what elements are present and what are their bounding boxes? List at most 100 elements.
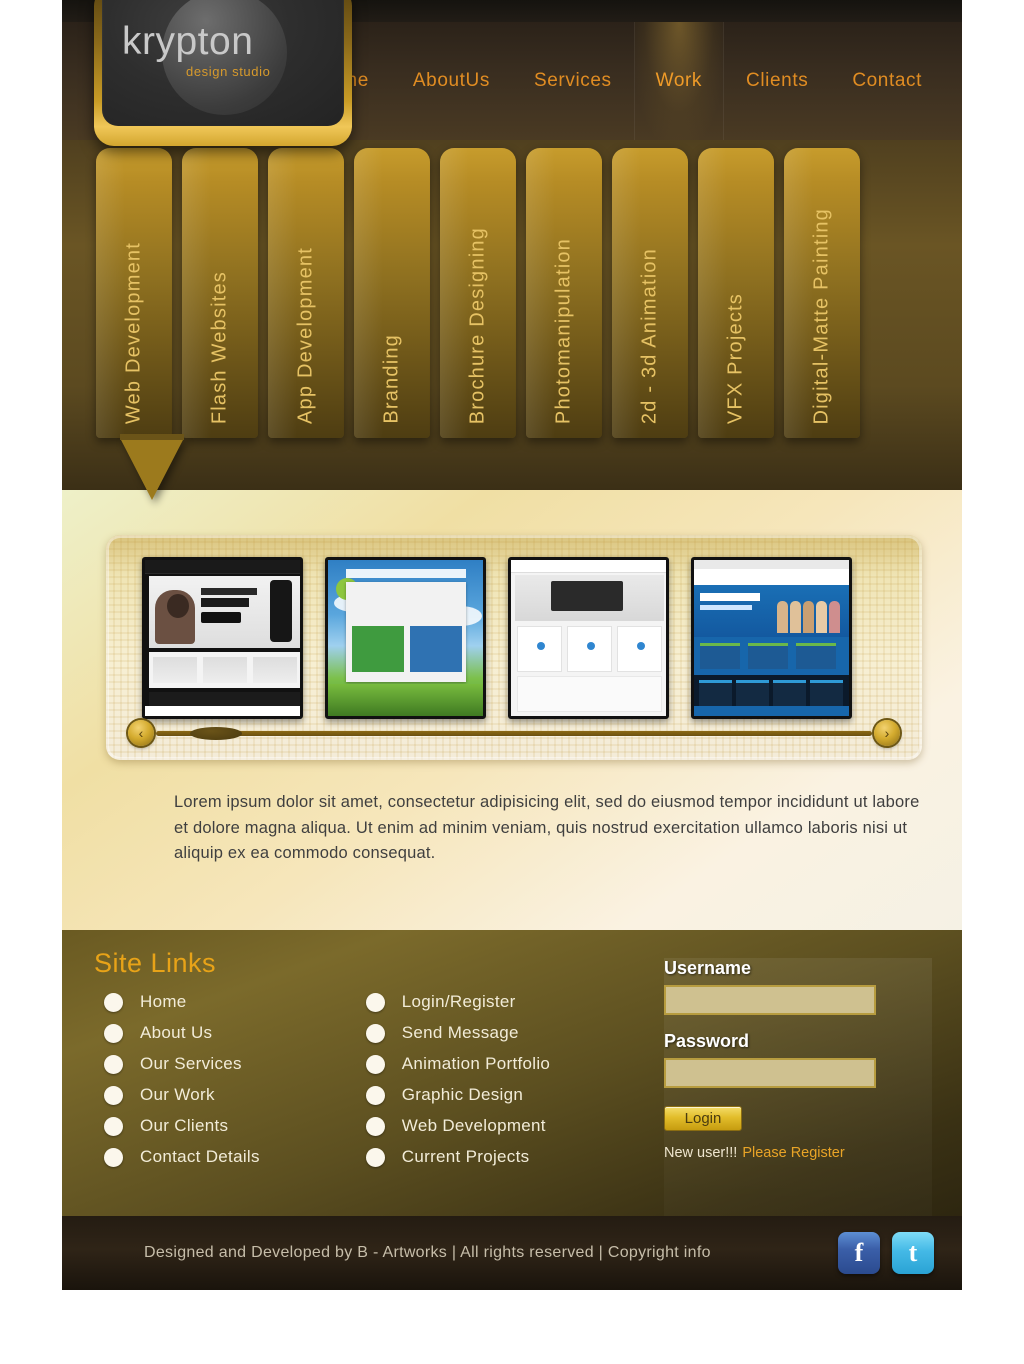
nav-item-label: Services <box>533 70 612 91</box>
logo-tagline: design studio <box>186 64 271 79</box>
site-link-send-message[interactable]: Send Message <box>365 1023 550 1043</box>
nav-item-label: Clients <box>746 70 809 91</box>
logo[interactable]: krypton design studio <box>94 0 352 161</box>
site-link-label: Our Work <box>140 1085 215 1104</box>
service-tab-web-development[interactable]: Web Development <box>96 148 172 438</box>
site-link-our-services[interactable]: Our Services <box>104 1054 260 1074</box>
site-link-label: Web Development <box>401 1116 546 1135</box>
username-input[interactable] <box>664 985 876 1015</box>
site-link-our-work[interactable]: Our Work <box>104 1085 260 1105</box>
site-link-our-clients[interactable]: Our Clients <box>104 1116 260 1136</box>
bullet-icon <box>104 1085 123 1105</box>
content-description: Lorem ipsum dolor sit amet, consectetur … <box>174 793 920 863</box>
username-label: Username <box>664 958 752 978</box>
carousel-slider-handle[interactable] <box>190 727 242 740</box>
site-link-home[interactable]: Home <box>104 992 260 1012</box>
facebook-icon[interactable]: f <box>838 1232 880 1274</box>
new-user-label: New user!!! <box>664 1145 738 1161</box>
new-user-text: New user!!! Please Register <box>664 1145 932 1161</box>
carousel-slider-track[interactable] <box>156 731 872 736</box>
service-tab-label: Branding <box>380 334 403 424</box>
bullet-icon <box>365 1054 385 1074</box>
service-tab-photomanipulation[interactable]: Photomanipulation <box>526 148 602 438</box>
carousel-slider: ‹ › <box>128 720 900 746</box>
service-tab-brochure-designing[interactable]: Brochure Designing <box>440 148 516 438</box>
site-link-contact-details[interactable]: Contact Details <box>104 1147 260 1167</box>
site-link-label: Our Services <box>140 1054 242 1073</box>
site-link-graphic-design[interactable]: Graphic Design <box>365 1085 550 1105</box>
site-link-about-us[interactable]: About Us <box>104 1023 260 1043</box>
bullet-icon <box>104 1116 123 1136</box>
portfolio-thumbnail-iphone-app[interactable] <box>142 557 303 719</box>
bullet-icon <box>365 1023 385 1043</box>
site-link-label: Send Message <box>401 1023 519 1042</box>
site-link-label: Current Projects <box>401 1147 530 1166</box>
copyright-text: Designed and Developed by B - Artworks |… <box>144 1244 711 1261</box>
active-tab-pointer-cap <box>120 434 184 440</box>
password-input[interactable] <box>664 1058 876 1088</box>
bullet-icon <box>104 1054 123 1074</box>
site-link-animation-portfolio[interactable]: Animation Portfolio <box>365 1054 550 1074</box>
service-tabs-band: Web Development Flash Websites App Develop… <box>62 140 962 500</box>
carousel-next-button[interactable]: › <box>874 720 900 746</box>
portfolio-thumbnail-brightlife[interactable] <box>508 557 669 719</box>
site-link-label: Login/Register <box>401 992 516 1011</box>
bullet-icon <box>104 1023 123 1043</box>
logo-plate: krypton design studio <box>102 0 344 126</box>
portfolio-thumbnail-university[interactable] <box>691 557 852 719</box>
bullet-icon <box>104 1147 123 1167</box>
site-links-heading: Site Links <box>94 948 217 978</box>
site-link-label: Graphic Design <box>401 1085 524 1104</box>
site-link-current-projects[interactable]: Current Projects <box>365 1147 550 1167</box>
carousel-prev-button[interactable]: ‹ <box>128 720 154 746</box>
site-link-label: Home <box>140 992 187 1011</box>
service-tab-label: Digital-Matte Painting <box>810 207 833 425</box>
bullet-icon <box>365 992 385 1012</box>
service-tab-2d-3d-animation[interactable]: 2d - 3d Animation <box>612 148 688 438</box>
logo-wordmark: krypton <box>122 20 254 63</box>
site-link-login-register[interactable]: Login/Register <box>365 992 550 1012</box>
nav-item-label: Contact <box>852 70 922 91</box>
site-footer: Site Links Home About Us Our Services Our W… <box>62 930 962 1290</box>
nav-item-label: AboutUs <box>412 70 490 91</box>
portfolio-thumbnail-sport-site[interactable] <box>325 557 486 719</box>
service-tab-flash-websites[interactable]: Flash Websites <box>182 148 258 438</box>
nav-item-work[interactable]: Work <box>633 22 725 140</box>
service-tabs-row: Web Development Flash Websites App Develop… <box>96 148 942 448</box>
nav-item-clients[interactable]: Clients <box>724 22 830 140</box>
service-tab-label: Flash Websites <box>208 270 231 424</box>
service-tab-label: Brochure Designing <box>466 226 489 424</box>
site-link-label: Our Clients <box>140 1116 229 1135</box>
social-icons: f t <box>838 1232 934 1274</box>
footer-bottom-bar: Designed and Developed by B - Artworks |… <box>62 1216 962 1290</box>
service-tab-label: Web Development <box>122 241 145 424</box>
site-header: krypton design studio HomeAboutUsService… <box>62 0 962 146</box>
service-tab-vfx-projects[interactable]: VFX Projects <box>698 148 774 438</box>
bullet-icon <box>104 992 123 1012</box>
register-link[interactable]: Please Register <box>742 1145 844 1161</box>
service-tab-branding[interactable]: Branding <box>354 148 430 438</box>
service-tab-app-development[interactable]: App Development <box>268 148 344 438</box>
nav-item-aboutus[interactable]: AboutUs <box>391 22 512 140</box>
main-navigation: HomeAboutUsServicesWorkClientsContact <box>294 22 944 140</box>
site-link-label: About Us <box>140 1023 213 1042</box>
nav-item-contact[interactable]: Contact <box>830 22 944 140</box>
twitter-icon[interactable]: t <box>892 1232 934 1274</box>
bullet-icon <box>365 1085 385 1105</box>
site-link-web-development[interactable]: Web Development <box>365 1116 550 1136</box>
bullet-icon <box>365 1147 385 1167</box>
service-tab-label: VFX Projects <box>724 292 747 424</box>
site-link-label: Contact Details <box>140 1147 260 1166</box>
nav-item-services[interactable]: Services <box>512 22 634 140</box>
site-links-column-1: Home About Us Our Services Our Work Our Clie… <box>104 992 260 1167</box>
service-tab-label: 2d - 3d Animation <box>638 247 661 424</box>
service-tab-digital-matte-painting[interactable]: Digital-Matte Painting <box>784 148 860 438</box>
nav-item-label: Work <box>655 70 703 91</box>
service-tab-label: Photomanipulation <box>552 237 575 424</box>
site-links-column-2: Login/Register Send Message Animation Port… <box>365 992 550 1167</box>
service-tab-label: App Development <box>294 247 317 424</box>
portfolio-carousel: ‹ › <box>106 535 922 760</box>
login-button[interactable]: Login <box>664 1106 742 1131</box>
bullet-icon <box>365 1116 385 1136</box>
site-links-columns: Home About Us Our Services Our Work Our Clie… <box>104 992 550 1167</box>
